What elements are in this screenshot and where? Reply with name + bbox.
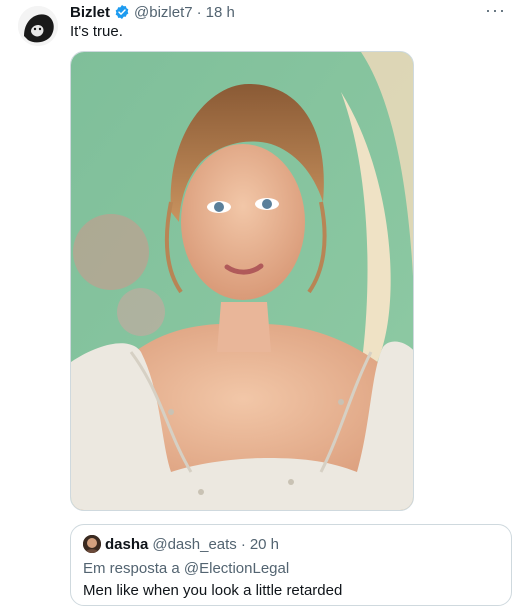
quoted-timestamp[interactable]: 20 h: [250, 536, 279, 553]
tweet-header: Bizlet @bizlet7 · 18 h: [70, 2, 235, 22]
reply-mention-link[interactable]: @ElectionLegal: [184, 560, 289, 577]
author-handle[interactable]: @bizlet7: [134, 4, 193, 21]
tweet-text: It's true.: [70, 23, 123, 40]
quoted-author-handle[interactable]: @dash_eats: [152, 536, 236, 553]
verified-badge-icon: [114, 4, 130, 20]
author-avatar[interactable]: [18, 6, 58, 46]
photo-image: [71, 52, 413, 510]
reply-prefix: Em resposta a: [83, 560, 180, 577]
quoted-separator-dot: ·: [240, 535, 246, 553]
tweet-timestamp[interactable]: 18 h: [206, 4, 235, 21]
separator-dot: ·: [196, 3, 202, 21]
more-dots-icon[interactable]: ···: [485, 0, 506, 21]
quoted-tweet-text: Men like when you look a little retarded: [83, 582, 343, 599]
tweet-photo[interactable]: [70, 51, 414, 511]
reply-context: Em resposta a @ElectionLegal: [83, 559, 289, 579]
quoted-tweet-header: dasha @dash_eats · 20 h: [83, 535, 279, 553]
author-name[interactable]: Bizlet: [70, 4, 110, 21]
quoted-tweet[interactable]: dasha @dash_eats · 20 h Em resposta a @E…: [70, 524, 512, 606]
quoted-author-avatar[interactable]: [83, 535, 101, 553]
quoted-author-name[interactable]: dasha: [105, 536, 148, 553]
tweet[interactable]: Bizlet @bizlet7 · 18 h ··· It's true. da…: [0, 0, 512, 611]
